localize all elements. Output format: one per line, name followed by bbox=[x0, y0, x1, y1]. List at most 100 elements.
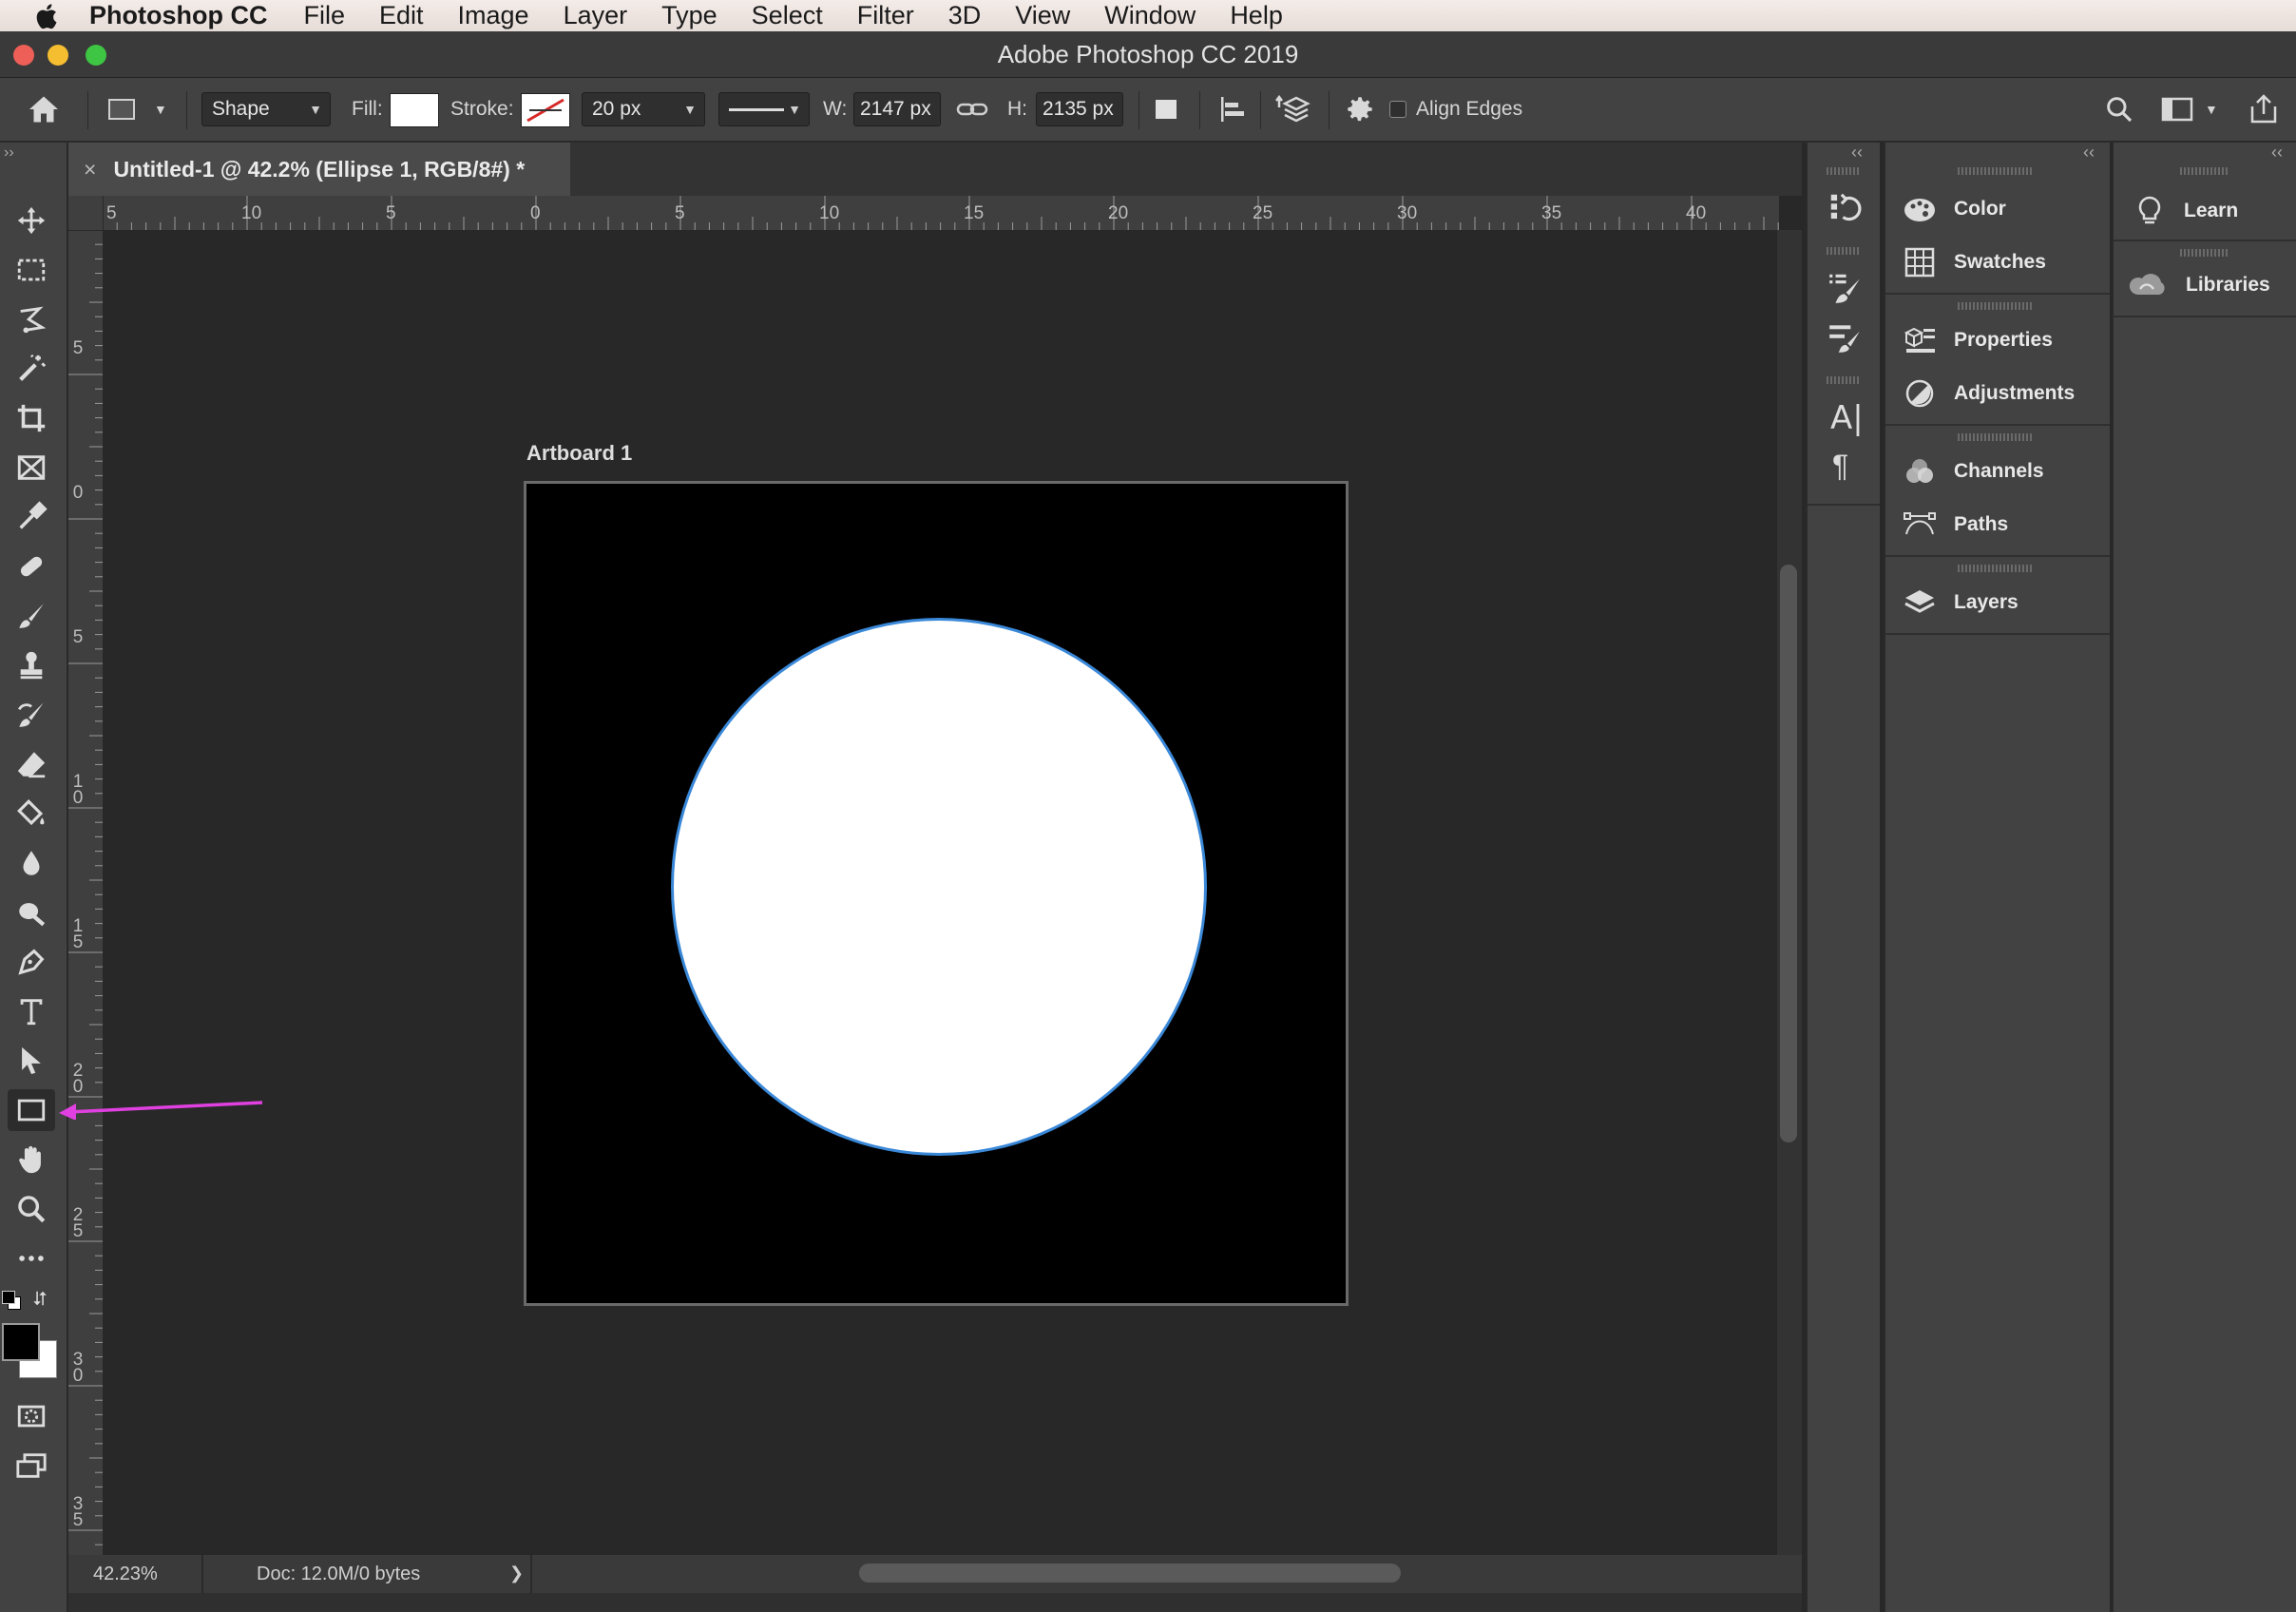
tools-collapse[interactable]: ›› bbox=[4, 144, 14, 162]
menu-help[interactable]: Help bbox=[1230, 1, 1283, 30]
default-colors-button[interactable] bbox=[2, 1291, 21, 1310]
zoom-level[interactable]: 42.23% bbox=[93, 1564, 158, 1585]
panel-paths[interactable]: Paths bbox=[1903, 509, 2008, 540]
lasso-tool[interactable] bbox=[8, 298, 55, 340]
tool-presets-button[interactable] bbox=[1827, 319, 1863, 360]
clone-stamp-tool[interactable] bbox=[8, 644, 55, 686]
marquee-icon bbox=[17, 259, 46, 281]
menu-type[interactable]: Type bbox=[661, 1, 718, 30]
gear-icon bbox=[1348, 97, 1372, 122]
apple-icon[interactable] bbox=[29, 2, 63, 30]
history-brush-tool[interactable] bbox=[8, 694, 55, 736]
path-selection-tool[interactable] bbox=[8, 1040, 55, 1082]
panel-learn[interactable]: Learn bbox=[2133, 194, 2238, 228]
type-tool[interactable] bbox=[8, 990, 55, 1032]
paragraph-panel-button[interactable]: ¶ bbox=[1832, 449, 1848, 484]
blur-icon bbox=[23, 851, 40, 875]
document-info[interactable]: Doc: 12.0M/0 bytes bbox=[257, 1564, 420, 1585]
screen-mode-button[interactable] bbox=[8, 1445, 55, 1487]
stamp-icon bbox=[20, 651, 43, 680]
more-tools-button[interactable] bbox=[8, 1238, 55, 1279]
character-panel-button[interactable]: A| bbox=[1830, 399, 1864, 437]
artboard-label[interactable]: Artboard 1 bbox=[526, 441, 632, 466]
blur-tool[interactable] bbox=[8, 842, 55, 884]
magic-wand-tool[interactable] bbox=[8, 348, 55, 390]
zoom-tool[interactable] bbox=[8, 1188, 55, 1230]
menu-view[interactable]: View bbox=[1015, 1, 1070, 30]
crop-tool[interactable] bbox=[8, 397, 55, 439]
tool-preset-picker[interactable]: ▼ bbox=[108, 78, 167, 141]
menu-window[interactable]: Window bbox=[1104, 1, 1196, 30]
collapse-panels-icon[interactable]: ‹‹ bbox=[2083, 143, 2095, 163]
path-arrangement-button[interactable] bbox=[1275, 78, 1313, 141]
minimize-window-button[interactable] bbox=[48, 45, 68, 66]
collapse-panels-2-icon[interactable]: ‹‹ bbox=[2271, 143, 2283, 163]
panel-layers[interactable]: Layers bbox=[1903, 587, 2019, 618]
align-edges-checkbox[interactable]: Align Edges bbox=[1389, 78, 1522, 141]
link-dimensions-button[interactable] bbox=[956, 78, 988, 141]
dodge-tool[interactable] bbox=[8, 892, 55, 933]
panel-properties[interactable]: Properties bbox=[1903, 325, 2053, 355]
shape-mode-select[interactable]: Shape ▼ bbox=[201, 92, 331, 126]
home-button[interactable] bbox=[27, 78, 61, 141]
marquee-tool[interactable] bbox=[8, 249, 55, 291]
paint-bucket-tool[interactable] bbox=[8, 793, 55, 835]
swap-colors-icon[interactable]: ⮃ bbox=[32, 1289, 48, 1311]
height-field[interactable]: 2135 px bbox=[1036, 92, 1123, 126]
history-brush-icon bbox=[17, 702, 44, 727]
zoom-window-button[interactable] bbox=[86, 45, 106, 66]
layers-icon bbox=[1904, 590, 1935, 613]
settings-button[interactable] bbox=[1344, 78, 1376, 141]
app-menu[interactable]: Photoshop CC bbox=[89, 1, 267, 30]
height-value: 2135 px bbox=[1043, 98, 1114, 120]
history-panel-button[interactable] bbox=[1827, 190, 1863, 231]
brush-icon bbox=[19, 604, 44, 628]
fill-swatch[interactable] bbox=[390, 93, 439, 127]
foreground-color-swatch[interactable] bbox=[2, 1323, 40, 1361]
move-tool[interactable] bbox=[8, 200, 55, 241]
ellipse-shape[interactable] bbox=[671, 618, 1207, 1156]
frame-tool[interactable] bbox=[8, 447, 55, 489]
eyedropper-tool[interactable] bbox=[8, 496, 55, 538]
panel-channels[interactable]: Channels bbox=[1903, 456, 2044, 487]
panel-swatches[interactable]: Swatches bbox=[1903, 247, 2046, 278]
stroke-width-field[interactable]: 20 px ▼ bbox=[582, 92, 705, 126]
ruler-origin[interactable] bbox=[68, 196, 104, 231]
path-operations-button[interactable] bbox=[1156, 78, 1177, 141]
menu-image[interactable]: Image bbox=[458, 1, 529, 30]
menu-3d[interactable]: 3D bbox=[948, 1, 982, 30]
close-window-button[interactable] bbox=[13, 45, 34, 66]
brush-tool[interactable] bbox=[8, 595, 55, 637]
stroke-type-select[interactable]: ▼ bbox=[718, 92, 810, 126]
menu-layer[interactable]: Layer bbox=[564, 1, 628, 30]
search-button[interactable] bbox=[2104, 78, 2134, 141]
stroke-swatch[interactable] bbox=[521, 93, 570, 127]
quick-mask-button[interactable] bbox=[8, 1395, 55, 1437]
share-button[interactable] bbox=[2248, 78, 2279, 141]
menu-edit[interactable]: Edit bbox=[379, 1, 424, 30]
panel-libraries[interactable]: Libraries bbox=[2127, 270, 2270, 300]
panel-adjustments[interactable]: Adjustments bbox=[1903, 378, 2075, 409]
horizontal-scroll-thumb[interactable] bbox=[859, 1564, 1401, 1583]
status-menu-arrow[interactable]: ❯ bbox=[509, 1564, 524, 1583]
menu-select[interactable]: Select bbox=[752, 1, 823, 30]
healing-brush-tool[interactable] bbox=[8, 546, 55, 587]
lasso-icon bbox=[20, 306, 47, 334]
ruler-label: 30 bbox=[1397, 203, 1418, 223]
close-document-icon[interactable]: × bbox=[84, 157, 96, 182]
menu-file[interactable]: File bbox=[303, 1, 345, 30]
eraser-tool[interactable] bbox=[8, 743, 55, 785]
width-field[interactable]: 2147 px bbox=[853, 92, 941, 126]
panel-color[interactable]: Color bbox=[1903, 194, 2006, 224]
path-alignment-button[interactable] bbox=[1216, 78, 1249, 141]
document-tab[interactable]: × Untitled-1 @ 42.2% (Ellipse 1, RGB/8#)… bbox=[68, 143, 570, 196]
menu-filter[interactable]: Filter bbox=[857, 1, 914, 30]
hand-tool[interactable] bbox=[8, 1139, 55, 1180]
rectangle-tool[interactable] bbox=[8, 1089, 55, 1131]
brush-settings-button[interactable] bbox=[1827, 270, 1863, 311]
pen-tool[interactable] bbox=[8, 941, 55, 983]
vertical-scroll-thumb[interactable] bbox=[1780, 565, 1797, 1142]
workspace-switcher[interactable]: ▼ bbox=[2161, 78, 2218, 141]
width-label: W: bbox=[823, 98, 848, 120]
collapse-strip-icon[interactable]: ‹‹ bbox=[1851, 143, 1863, 163]
